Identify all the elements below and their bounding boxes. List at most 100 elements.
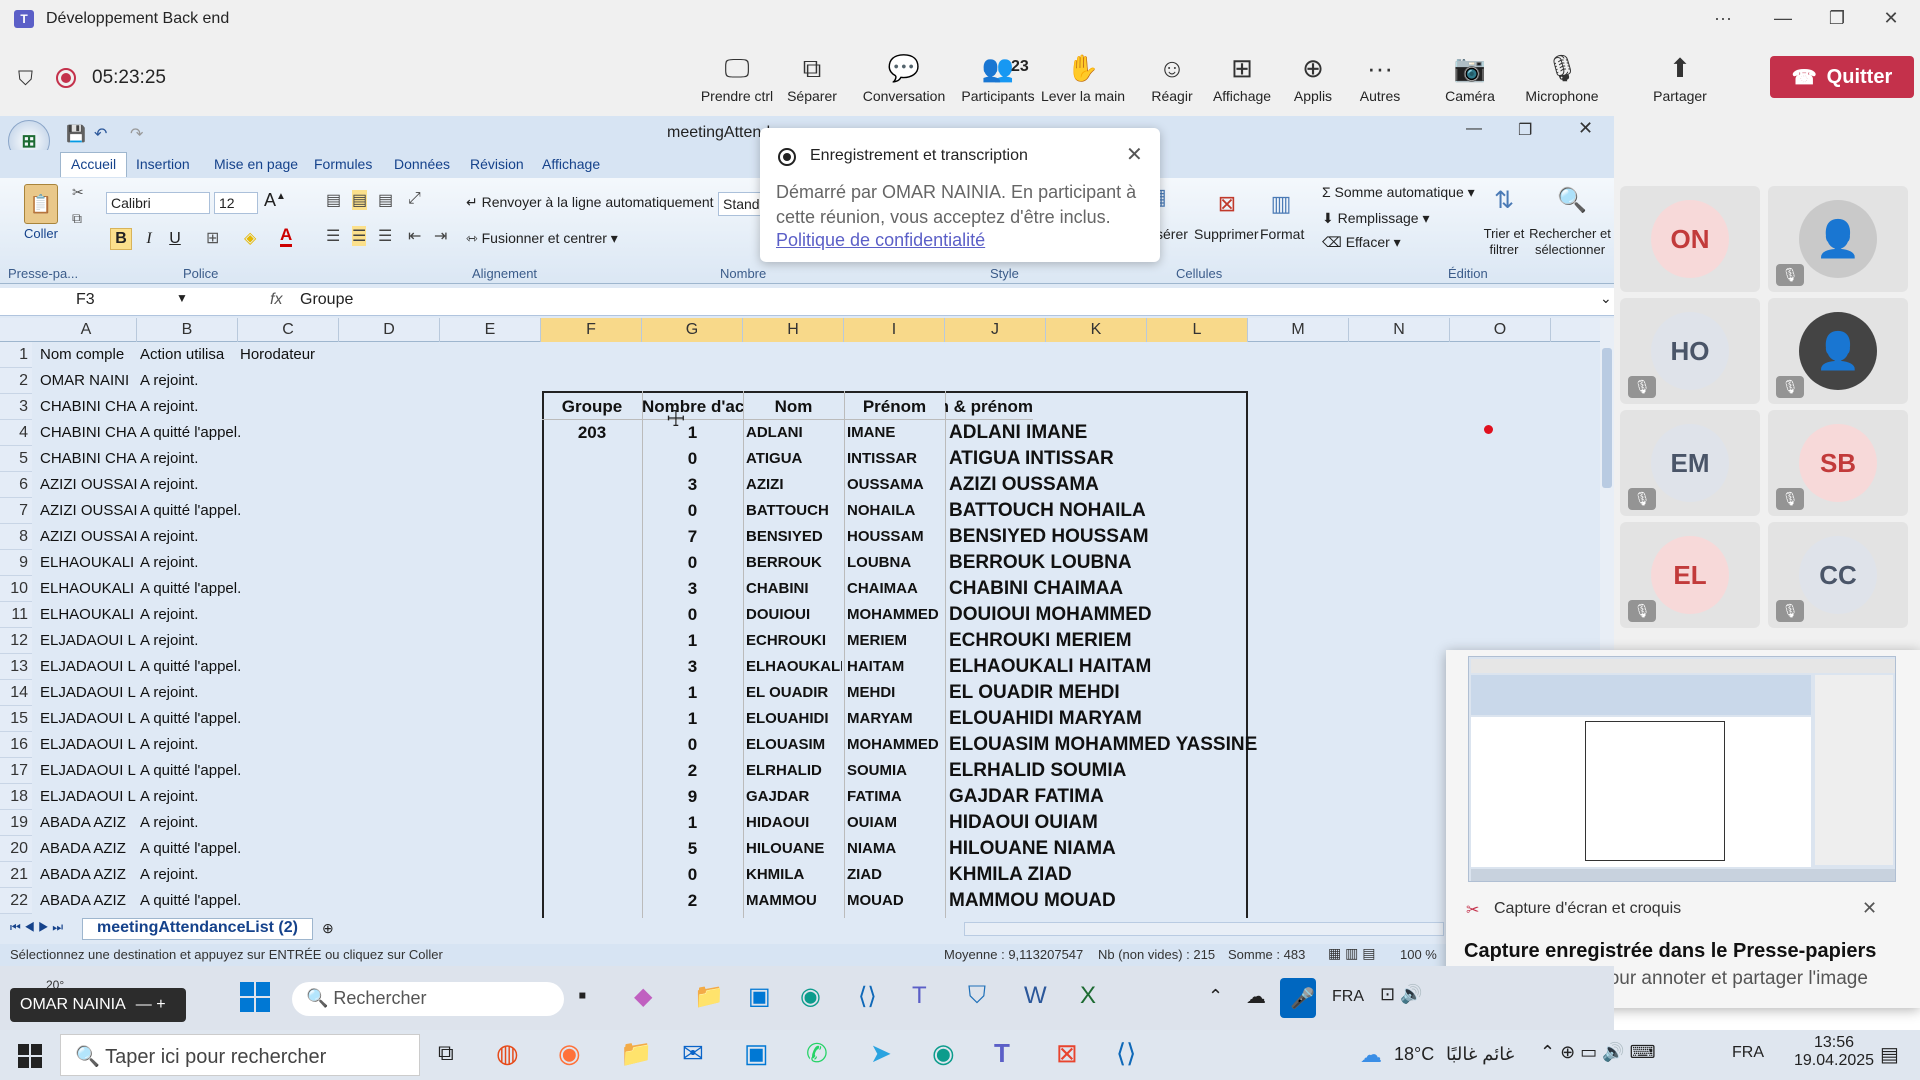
full-name[interactable]: ELOUAHIDI MARYAM bbox=[949, 706, 1269, 732]
last-name[interactable]: ELRHALID bbox=[746, 758, 842, 784]
first-name[interactable]: LOUBNA bbox=[847, 550, 943, 576]
cell-c[interactable] bbox=[240, 420, 360, 446]
participant-tile[interactable]: 👤 🎙 bbox=[1768, 186, 1908, 292]
access-count[interactable]: 1 bbox=[642, 628, 743, 654]
sort-filter-icon[interactable]: ⇅ bbox=[1484, 182, 1524, 218]
last-name[interactable]: KHMILA bbox=[746, 862, 842, 888]
edge-icon[interactable]: ◉ bbox=[932, 1038, 955, 1069]
first-name[interactable]: HAITAM bbox=[847, 654, 943, 680]
row-number[interactable]: 6 bbox=[0, 472, 32, 498]
cell-a[interactable]: ELJADAOUI L bbox=[40, 628, 139, 654]
align-middle-icon[interactable]: ▤ bbox=[352, 190, 368, 210]
full-name[interactable]: ELOUASIM MOHAMMED YASSINE bbox=[949, 732, 1269, 758]
full-name[interactable]: EL OUADIR MEHDI bbox=[949, 680, 1269, 706]
participant-tile[interactable]: EM 🎙 bbox=[1620, 410, 1760, 516]
access-count[interactable]: 9 bbox=[642, 784, 743, 810]
excel-close[interactable]: ✕ bbox=[1578, 118, 1593, 139]
align-center-icon[interactable]: ☰ bbox=[352, 226, 367, 246]
table-header-prenom[interactable]: Prénom bbox=[844, 394, 945, 420]
access-count[interactable]: 1 bbox=[642, 706, 743, 732]
italic-button[interactable]: I bbox=[138, 228, 160, 250]
remote-task-view-icon[interactable]: ▪ bbox=[578, 982, 587, 1010]
minimize-self-icon[interactable]: — + bbox=[136, 996, 166, 1013]
first-name[interactable]: HOUSSAM bbox=[847, 524, 943, 550]
access-count[interactable]: 1 bbox=[642, 810, 743, 836]
last-name[interactable]: MAMMOU bbox=[746, 888, 842, 914]
first-name[interactable]: MARYAM bbox=[847, 706, 943, 732]
cell-a[interactable]: ELHAOUKALI bbox=[40, 602, 139, 628]
cell-c[interactable] bbox=[240, 394, 360, 420]
cell-a[interactable]: ELHAOUKALI bbox=[40, 576, 139, 602]
orientation-icon[interactable]: ⤢ bbox=[408, 190, 421, 208]
last-name[interactable]: BERROUK bbox=[746, 550, 842, 576]
ribbon-tab-6[interactable]: Révision bbox=[470, 156, 524, 172]
paste-label[interactable]: Coller bbox=[24, 226, 58, 241]
remote-network-icon[interactable]: ⊡ 🔊 bbox=[1380, 984, 1423, 1005]
table-header-nombre[interactable]: Nombre d'accè bbox=[642, 394, 743, 420]
first-name[interactable]: MOUAD bbox=[847, 888, 943, 914]
first-name[interactable]: CHAIMAA bbox=[847, 576, 943, 602]
access-count[interactable]: 5 bbox=[642, 836, 743, 862]
toolbar-button-camera-off[interactable]: 📷 Caméra bbox=[1427, 50, 1513, 104]
last-name[interactable]: CHABINI bbox=[746, 576, 842, 602]
first-name[interactable]: INTISSAR bbox=[847, 446, 943, 472]
name-box[interactable]: F3 bbox=[6, 291, 186, 313]
cell-a[interactable]: Nom comple bbox=[40, 342, 139, 368]
cell-a[interactable]: CHABINI CHA bbox=[40, 420, 139, 446]
ribbon-tab-7[interactable]: Affichage bbox=[542, 156, 600, 172]
remote-copilot-icon[interactable]: ◆ bbox=[634, 982, 652, 1011]
align-top-icon[interactable]: ▤ bbox=[326, 190, 341, 210]
column-header[interactable]: M bbox=[1248, 318, 1349, 342]
first-name[interactable]: MERIEM bbox=[847, 628, 943, 654]
cell-a[interactable]: AZIZI OUSSAI bbox=[40, 498, 139, 524]
ribbon-tab-1[interactable]: Accueil bbox=[60, 152, 128, 177]
table-header-groupe[interactable]: Groupe bbox=[542, 394, 642, 420]
access-count[interactable]: 1 bbox=[642, 420, 743, 446]
full-name[interactable]: ELHAOUKALI HAITAM bbox=[949, 654, 1269, 680]
start-icon[interactable] bbox=[18, 1044, 42, 1068]
cell-c[interactable] bbox=[240, 862, 360, 888]
column-header[interactable]: B bbox=[137, 318, 238, 342]
cell-b[interactable]: Action utilisa bbox=[140, 342, 239, 368]
format-label[interactable]: Format bbox=[1260, 226, 1304, 242]
full-name[interactable]: HIDAOUI OUIAM bbox=[949, 810, 1269, 836]
remote-word-icon[interactable]: W bbox=[1024, 982, 1047, 1010]
remote-start-icon[interactable] bbox=[240, 982, 270, 1012]
table-header-nom[interactable]: Nom bbox=[743, 394, 844, 420]
notification-center-icon[interactable]: ▤ bbox=[1880, 1042, 1899, 1067]
remote-mic-icon[interactable]: 🎤 bbox=[1280, 978, 1316, 1018]
row-number[interactable]: 1 bbox=[0, 342, 32, 368]
full-name[interactable]: BATTOUCH NOHAILA bbox=[949, 498, 1269, 524]
zoom-level[interactable]: 100 % bbox=[1400, 947, 1437, 962]
full-name[interactable]: AZIZI OUSSAMA bbox=[949, 472, 1269, 498]
cell-a[interactable]: AZIZI OUSSAI bbox=[40, 524, 139, 550]
copy-icon[interactable]: ⧉ bbox=[72, 210, 82, 227]
toolbar-button-take-control[interactable]: 🖵 Prendre ctrl bbox=[694, 50, 780, 104]
remote-teams-icon[interactable]: T bbox=[912, 982, 927, 1010]
column-header[interactable]: K bbox=[1046, 318, 1147, 342]
column-header[interactable]: A bbox=[36, 318, 137, 342]
bold-button[interactable]: B bbox=[110, 228, 132, 250]
full-name[interactable]: ELRHALID SOUMIA bbox=[949, 758, 1269, 784]
row-number[interactable]: 17 bbox=[0, 758, 32, 784]
last-name[interactable]: ELOUASIM bbox=[746, 732, 842, 758]
fill-button[interactable]: ⬇ Remplissage ▾ bbox=[1322, 210, 1429, 227]
xampp-icon[interactable]: ⊠ bbox=[1056, 1038, 1078, 1069]
row-number[interactable]: 16 bbox=[0, 732, 32, 758]
remote-vscode-icon[interactable]: ⟨⟩ bbox=[858, 982, 877, 1011]
cell-a[interactable]: ELJADAOUI L bbox=[40, 654, 139, 680]
clear-button[interactable]: ⌫ Effacer ▾ bbox=[1322, 234, 1401, 251]
column-header[interactable]: I bbox=[844, 318, 945, 342]
cell-c[interactable] bbox=[240, 888, 360, 914]
groupe-value[interactable]: 203 bbox=[542, 420, 642, 446]
access-count[interactable]: 1 bbox=[642, 680, 743, 706]
column-header[interactable]: O bbox=[1450, 318, 1551, 342]
full-name[interactable]: DOUIOUI MOHAMMED bbox=[949, 602, 1269, 628]
paste-icon[interactable]: 📋 bbox=[24, 184, 58, 224]
row-number[interactable]: 4 bbox=[0, 420, 32, 446]
cell-c[interactable] bbox=[240, 628, 360, 654]
find-select-icon[interactable]: 🔍 bbox=[1552, 182, 1592, 218]
underline-button[interactable]: U bbox=[164, 228, 186, 250]
first-name[interactable]: NOHAILA bbox=[847, 498, 943, 524]
last-name[interactable]: DOUIOUI bbox=[746, 602, 842, 628]
